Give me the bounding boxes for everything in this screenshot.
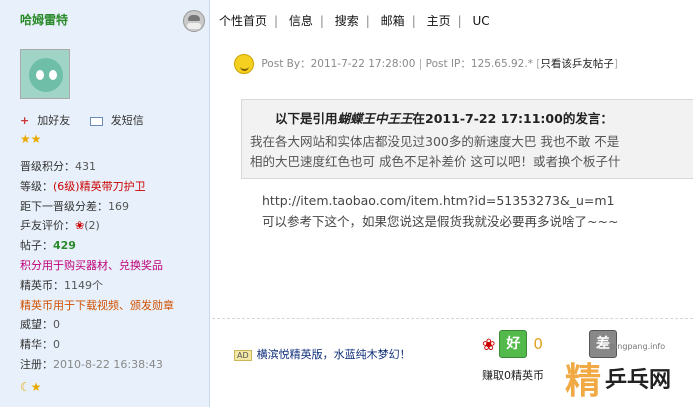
registered-label: 注册： — [20, 357, 53, 371]
watermark-text: 乒乓网 — [605, 362, 672, 394]
avatar-eye-icon — [36, 70, 44, 80]
send-message-label: 发短信 — [110, 114, 144, 127]
ad-badge-icon: AD — [234, 349, 252, 361]
rank-value: (6级)精英带刀护卫 — [53, 179, 146, 193]
earn-text: 赚取0精英币 — [482, 369, 544, 382]
good-button[interactable]: 好 — [499, 330, 528, 358]
points-note: 积分用于购买器材、兑换奖品 — [20, 258, 163, 272]
nav-item-mailbox[interactable]: 邮箱 — [381, 14, 405, 28]
post-by-label: Post By： — [261, 58, 311, 70]
rose-icon: ❀ — [482, 334, 496, 354]
mail-icon — [89, 116, 103, 126]
rank-label: 等级： — [20, 179, 53, 193]
nav-separator: | — [411, 14, 416, 28]
elite-note: 精英币用于下载视频、颁发勋章 — [20, 298, 174, 312]
elite-coins-label: 精英币： — [20, 278, 64, 292]
signature-divider — [212, 318, 693, 319]
post-meta: Post By：2011-7-22 17:28:00 | Post IP：125… — [234, 54, 618, 74]
watermark-logo: pingpang.info 精 乒乓网 — [565, 322, 693, 407]
quote-line: 相的大巴速度红色也可 成色不足补差价 这可以吧！或者换个板子什 — [250, 154, 621, 169]
elite-coins-value: 1149个 — [64, 278, 103, 292]
avatar[interactable] — [20, 49, 70, 99]
post-text: 可以参考下这个，如果您说这是假货我就没必要再多说啥了~~~ — [262, 214, 619, 229]
meta-separator: | — [418, 58, 423, 70]
post-body: http://item.taobao.com/item.htm?id=51353… — [262, 190, 618, 232]
user-stats: 晋级积分：431 等级：(6级)精英带刀护卫 距下一晋级分差：169 乒友评价：… — [20, 157, 174, 375]
quote-block: 以下是引用蝴蝶王中王王在2011-7-22 17:11:00的发言： 我在各大网… — [241, 99, 693, 179]
level-points: 431 — [75, 160, 96, 173]
nav-separator: | — [457, 14, 462, 28]
registered-value: 2010-8-22 16:38:43 — [53, 357, 163, 371]
nav-item-uc[interactable]: UC — [472, 14, 489, 28]
smile-icon — [234, 54, 254, 74]
watermark-char: 精 — [565, 361, 602, 402]
posts-label: 帖子： — [20, 239, 53, 253]
nav-separator: | — [365, 14, 370, 28]
post-ip-label: Post IP： — [425, 58, 471, 70]
nav-item-home[interactable]: 个性首页 — [219, 14, 267, 28]
rank-stars: ★★ — [20, 132, 42, 146]
prestige-value: 0 — [53, 318, 60, 332]
signature-text[interactable]: 横滨悦精英版，水蓝纯木梦幻！ — [257, 348, 411, 361]
add-friend-button[interactable]: + 加好友 — [20, 112, 78, 128]
quote-author: 蝴蝶王中王王 — [337, 111, 413, 126]
rating-value[interactable]: (2) — [84, 219, 100, 232]
nav-item-search[interactable]: 搜索 — [335, 14, 359, 28]
signature: AD 横滨悦精英版，水蓝纯木梦幻！ — [234, 346, 411, 362]
post-time: 2011-7-22 17:28:00 — [310, 58, 416, 70]
quote-suffix: 在2011-7-22 17:11:00的发言： — [412, 111, 613, 126]
posts-count: 429 — [53, 239, 76, 253]
nav-separator: | — [319, 14, 324, 28]
essence-value: 0 — [53, 338, 60, 352]
quote-header: 以下是引用蝴蝶王中王王在2011-7-22 17:11:00的发言： — [250, 108, 693, 127]
user-panel: 哈姆雷特 + 加好友 发短信 ★★ 晋级积分：431 等级：(6级)精英带刀护卫 … — [0, 0, 210, 407]
user-actions: + 加好友 发短信 — [20, 112, 160, 128]
quote-prefix: 以下是引用 — [275, 111, 338, 126]
post-link[interactable]: http://item.taobao.com/item.htm?id=51353… — [262, 190, 618, 211]
level-points-label: 晋级积分： — [20, 160, 75, 173]
nav-item-homepage[interactable]: 主页 — [427, 14, 451, 28]
avatar-eye-icon — [49, 70, 57, 80]
add-friend-label: 加好友 — [37, 114, 71, 127]
watermark-url: pingpang.info — [610, 342, 666, 351]
plus-icon: + — [20, 114, 30, 127]
meta-separator: ] — [613, 58, 618, 70]
send-message-button[interactable]: 发短信 — [89, 112, 152, 128]
moon-star-icon: ☾★ — [20, 380, 42, 394]
essence-label: 精华： — [20, 338, 53, 352]
next-level-label: 距下一晋级分差： — [20, 199, 108, 213]
good-count: 0 — [533, 335, 543, 353]
quote-line: 我在各大网站和实体店都没见过300多的新速度大巴 我也不敢 不是 — [250, 134, 620, 149]
online-status-icon — [183, 10, 205, 32]
prestige-label: 威望： — [20, 318, 53, 332]
username[interactable]: 哈姆雷特 — [20, 11, 68, 28]
next-level-value: 169 — [108, 199, 129, 213]
top-nav: 个性首页 | 信息 | 搜索 | 邮箱 | 主页 | UC — [212, 12, 497, 29]
rose-icon: ❀ — [75, 219, 85, 233]
only-author-link[interactable]: 只看该乒友帖子 — [540, 58, 614, 70]
rating-label: 乒友评价： — [20, 219, 75, 233]
nav-item-info[interactable]: 信息 — [289, 14, 313, 28]
nav-separator: | — [274, 14, 279, 28]
post-ip: 125.65.92.* — [470, 58, 533, 70]
avatar-face-icon — [29, 58, 63, 92]
